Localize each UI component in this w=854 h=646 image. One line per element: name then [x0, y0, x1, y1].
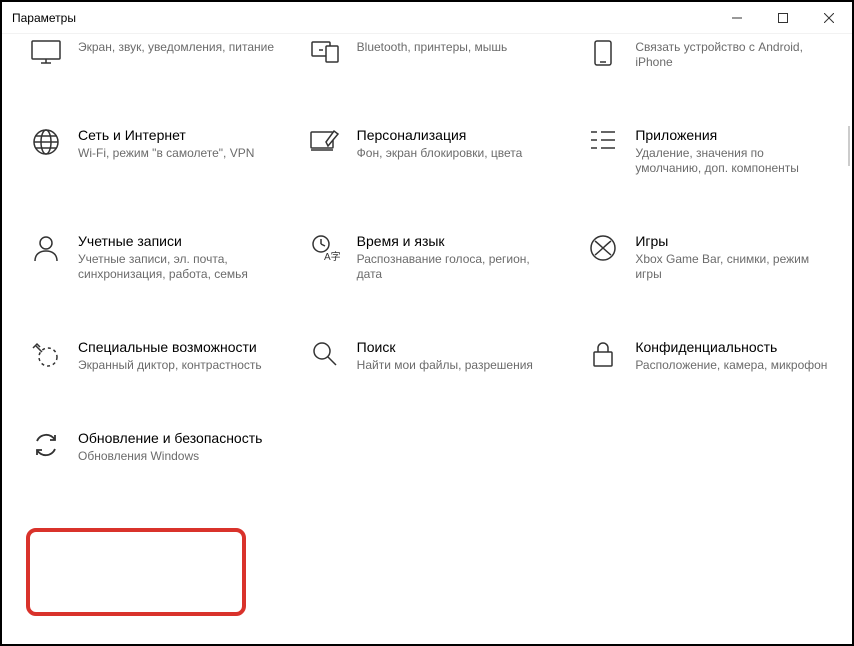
tile-ease-of-access[interactable]: Специальные возможности Экранный диктор,… [14, 332, 283, 379]
tile-desc: Расположение, камера, микрофон [635, 358, 832, 373]
window-controls [714, 2, 852, 34]
accessibility-icon [14, 338, 78, 373]
tile-title: Специальные возможности [78, 338, 275, 356]
tile-time-language[interactable]: A字 Время и язык Распознавание голоса, ре… [293, 226, 562, 288]
settings-home: Система Экран, звук, уведомления, питани… [2, 34, 852, 644]
devices-icon [293, 40, 357, 70]
window-title: Параметры [12, 11, 76, 25]
tile-desc: Экран, звук, уведомления, питание [78, 40, 275, 55]
tile-title: Игры [635, 232, 832, 250]
tile-desc: Связать устройство с Android, iPhone [635, 40, 832, 70]
minimize-button[interactable] [714, 2, 760, 34]
tile-title: Приложения [635, 126, 832, 144]
tile-desc: Экранный диктор, контрастность [78, 358, 275, 373]
highlight-annotation [26, 528, 246, 616]
tile-desc: Удаление, значения по умолчанию, доп. ко… [635, 146, 832, 176]
svg-text:A字: A字 [324, 250, 340, 262]
tile-title: Конфиденциальность [635, 338, 832, 356]
tile-network[interactable]: Сеть и Интернет Wi-Fi, режим "в самолете… [14, 120, 283, 182]
brush-icon [293, 126, 357, 176]
scrollbar[interactable] [848, 126, 850, 166]
tile-privacy[interactable]: Конфиденциальность Расположение, камера,… [571, 332, 840, 379]
tile-update-security[interactable]: Обновление и безопасность Обновления Win… [14, 423, 283, 470]
lock-icon [571, 338, 635, 373]
tile-devices[interactable]: Устройства Bluetooth, принтеры, мышь [293, 34, 562, 76]
display-icon [14, 40, 78, 70]
search-icon [293, 338, 357, 373]
apps-icon [571, 126, 635, 176]
tile-title: Время и язык [357, 232, 554, 250]
tile-title: Персонализация [357, 126, 554, 144]
tile-accounts[interactable]: Учетные записи Учетные записи, эл. почта… [14, 226, 283, 288]
tile-desc: Распознавание голоса, регион, дата [357, 252, 554, 282]
titlebar: Параметры [2, 2, 852, 34]
tile-title: Учетные записи [78, 232, 275, 250]
tile-title: Сеть и Интернет [78, 126, 275, 144]
close-button[interactable] [806, 2, 852, 34]
tile-personalization[interactable]: Персонализация Фон, экран блокировки, цв… [293, 120, 562, 182]
globe-icon [14, 126, 78, 176]
tile-desc: Bluetooth, принтеры, мышь [357, 40, 554, 55]
tile-desc: Xbox Game Bar, снимки, режим игры [635, 252, 832, 282]
time-language-icon: A字 [293, 232, 357, 282]
tile-title: Поиск [357, 338, 554, 356]
tile-gaming[interactable]: Игры Xbox Game Bar, снимки, режим игры [571, 226, 840, 288]
tile-apps[interactable]: Приложения Удаление, значения по умолчан… [571, 120, 840, 182]
tile-search[interactable]: Поиск Найти мои файлы, разрешения [293, 332, 562, 379]
person-icon [14, 232, 78, 282]
maximize-button[interactable] [760, 2, 806, 34]
tile-desc: Обновления Windows [78, 449, 275, 464]
xbox-icon [571, 232, 635, 282]
tile-desc: Учетные записи, эл. почта, синхронизация… [78, 252, 275, 282]
tile-title: Обновление и безопасность [78, 429, 275, 447]
tile-desc: Найти мои файлы, разрешения [357, 358, 554, 373]
tile-desc: Wi-Fi, режим "в самолете", VPN [78, 146, 275, 161]
tile-system[interactable]: Система Экран, звук, уведомления, питани… [14, 34, 283, 76]
phone-icon [571, 40, 635, 70]
tile-phone[interactable]: Телефон Связать устройство с Android, iP… [571, 34, 840, 76]
tile-desc: Фон, экран блокировки, цвета [357, 146, 554, 161]
sync-icon [14, 429, 78, 464]
